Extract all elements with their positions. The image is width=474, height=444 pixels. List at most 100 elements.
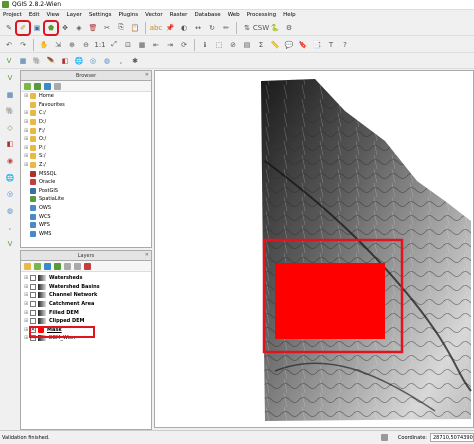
browser-item-mssql[interactable]: MSSQL xyxy=(21,169,151,178)
move-feature-icon[interactable]: ✥ xyxy=(59,22,71,34)
visibility-checkbox[interactable]: ✕ xyxy=(30,326,36,333)
add-wcs-layer-icon[interactable]: ◎ xyxy=(87,55,99,67)
browser-item-c[interactable]: ⊞ C:/ xyxy=(21,109,151,118)
zoom-in-icon[interactable]: ⊕ xyxy=(66,39,78,51)
add-wfs-layer-icon[interactable]: ◍ xyxy=(3,204,17,217)
add-wms-layer-icon[interactable]: 🌐 xyxy=(3,171,17,184)
browser-item-oracle[interactable]: Oracle xyxy=(21,178,151,187)
browser-item-ows[interactable]: OWS xyxy=(21,204,151,213)
add-wcs-layer-icon[interactable]: ◎ xyxy=(3,188,17,201)
add-layers-icon[interactable] xyxy=(34,82,41,90)
menu-layer[interactable]: Layer xyxy=(67,12,82,18)
identify-features-icon[interactable]: ℹ xyxy=(199,39,211,51)
help-icon[interactable]: ? xyxy=(339,39,351,51)
zoom-out-icon[interactable]: ⊖ xyxy=(80,39,92,51)
browser-item-s[interactable]: ⊞ S:/ xyxy=(21,152,151,161)
browser-item-home[interactable]: ⊞ Home xyxy=(21,92,151,101)
add-mssql-layer-icon[interactable]: ◧ xyxy=(59,55,71,67)
visibility-checkbox[interactable] xyxy=(30,318,36,325)
zoom-full-icon[interactable]: ⤢ xyxy=(108,39,120,51)
browser-item-d[interactable]: ⊞ D:/ xyxy=(21,118,151,127)
node-tool-icon[interactable]: ◈ xyxy=(73,22,85,34)
pan-map-icon[interactable]: ✋ xyxy=(38,39,50,51)
layer-item-watershed-basins[interactable]: ⊞ Watershed Basins xyxy=(21,283,151,292)
menu-web[interactable]: Web xyxy=(228,12,240,18)
expand-all-icon[interactable] xyxy=(64,262,71,270)
map-canvas[interactable] xyxy=(154,70,474,428)
measure-line-icon[interactable]: 📏 xyxy=(269,39,281,51)
pan-to-selection-icon[interactable]: ⇲ xyxy=(52,39,64,51)
browser-item-o[interactable]: ⊞ O:/ xyxy=(21,135,151,144)
add-oracle-layer-icon[interactable]: ◉ xyxy=(3,155,17,168)
add-mssql-layer-icon[interactable]: ◧ xyxy=(3,138,17,151)
add-raster-layer-icon[interactable]: ▦ xyxy=(17,55,29,67)
layer-item-channel-network[interactable]: ⊞ Channel Network xyxy=(21,291,151,300)
add-vector-layer-icon[interactable]: V xyxy=(3,55,15,67)
show-bookmarks-icon[interactable]: 📑 xyxy=(311,39,323,51)
menu-project[interactable]: Project xyxy=(3,12,22,18)
collapse-all-icon[interactable] xyxy=(54,82,61,90)
paste-features-icon[interactable]: 📋 xyxy=(129,22,141,34)
rotate-label-icon[interactable]: ↻ xyxy=(206,22,218,34)
menu-help[interactable]: Help xyxy=(283,12,296,18)
copy-features-icon[interactable]: ⎘ xyxy=(115,22,127,34)
refresh-icon[interactable] xyxy=(24,82,31,90)
add-wms-layer-icon[interactable]: 🌐 xyxy=(73,55,85,67)
add-raster-layer-icon[interactable]: ▦ xyxy=(3,89,17,102)
toggle-editing-icon[interactable]: ✐ xyxy=(15,19,31,36)
deselect-all-icon[interactable]: ⊘ xyxy=(227,39,239,51)
change-label-icon[interactable]: ✏ xyxy=(220,22,232,34)
current-edits-icon[interactable]: ✎ xyxy=(3,22,15,34)
pin-labels-icon[interactable]: 📌 xyxy=(164,22,176,34)
new-bookmark-icon[interactable]: 🔖 xyxy=(297,39,309,51)
zoom-actual-size-icon[interactable]: 1:1 xyxy=(94,39,106,51)
browser-item-spatialite[interactable]: SpatiaLite xyxy=(21,195,151,204)
add-vector-layer-icon[interactable]: V xyxy=(3,72,17,85)
move-label-icon[interactable]: ↔ xyxy=(192,22,204,34)
menu-vector[interactable]: Vector xyxy=(145,12,163,18)
visibility-checkbox[interactable] xyxy=(30,283,36,290)
save-edits-icon[interactable]: ▣ xyxy=(31,22,43,34)
zoom-to-selection-icon[interactable]: ⊡ xyxy=(122,39,134,51)
menu-edit[interactable]: Edit xyxy=(29,12,40,18)
panel-close-icon[interactable]: ✕ xyxy=(145,252,149,258)
zoom-to-layer-icon[interactable]: ▦ xyxy=(136,39,148,51)
open-attribute-table-icon[interactable]: ▤ xyxy=(241,39,253,51)
select-features-icon[interactable]: ⬚ xyxy=(213,39,225,51)
delete-selected-icon[interactable]: 🗑 xyxy=(87,22,99,34)
browser-item-postgis[interactable]: PostGIS xyxy=(21,187,151,196)
visibility-checkbox[interactable] xyxy=(30,275,36,282)
visibility-checkbox[interactable] xyxy=(30,292,36,299)
new-shapefile-icon[interactable]: ✱ xyxy=(129,55,141,67)
text-annotation-icon[interactable]: T xyxy=(325,39,337,51)
browser-item-wms[interactable]: WMS xyxy=(21,230,151,239)
menu-database[interactable]: Database xyxy=(194,12,220,18)
field-calculator-icon[interactable]: Σ xyxy=(255,39,267,51)
layer-item-clipped-dem[interactable]: ⊞ Clipped DEM xyxy=(21,317,151,326)
add-delimited-text-icon[interactable]: , xyxy=(3,221,17,234)
refresh-icon[interactable]: ⟳ xyxy=(178,39,190,51)
add-postgis-layer-icon[interactable]: 🐘 xyxy=(31,55,43,67)
filter-legend-icon[interactable] xyxy=(54,262,61,270)
add-feature-icon[interactable]: ⬟ xyxy=(43,19,59,36)
cut-features-icon[interactable]: ✂ xyxy=(101,22,113,34)
panel-close-icon[interactable]: ✕ xyxy=(145,72,149,78)
redo-icon[interactable]: ↷ xyxy=(17,39,29,51)
add-delimited-text-icon[interactable]: , xyxy=(115,55,127,67)
browser-item-wfs[interactable]: WFS xyxy=(21,221,151,230)
browser-item-f[interactable]: ⊞ F:/ xyxy=(21,126,151,135)
browser-item-z[interactable]: ⊞ Z:/ xyxy=(21,161,151,170)
show-hide-labels-icon[interactable]: ◐ xyxy=(178,22,190,34)
remove-layer-icon[interactable] xyxy=(84,262,91,270)
menu-processing[interactable]: Processing xyxy=(247,12,276,18)
visibility-checkbox[interactable]: ✕ xyxy=(30,335,36,342)
browser-item-p[interactable]: ⊞ P:/ xyxy=(21,144,151,153)
menu-plugins[interactable]: Plugins xyxy=(118,12,138,18)
add-postgis-layer-icon[interactable]: 🐘 xyxy=(3,105,17,118)
processing-toolbox-icon[interactable]: ⚙ xyxy=(283,22,295,34)
offline-edit-icon[interactable]: ⇅ xyxy=(241,22,253,34)
browser-item-wcs[interactable]: WCS xyxy=(21,212,151,221)
filter-icon[interactable] xyxy=(44,82,51,90)
add-spatialite-layer-icon[interactable]: 🪶 xyxy=(45,55,57,67)
visibility-checkbox[interactable] xyxy=(30,309,36,316)
